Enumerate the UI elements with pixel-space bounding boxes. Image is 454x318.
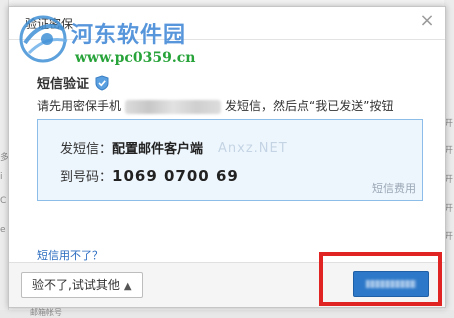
blurred-button-label [366, 280, 416, 288]
sms-target-number: 1069 0700 69 [112, 167, 239, 185]
verification-dialog: 验证密保 × 河东软件园 www.pc0359.cn 短信验证 请先用密保手机发… [8, 6, 446, 308]
close-icon[interactable]: × [419, 12, 435, 30]
dialog-footer: 验不了,试试其他 ▲ [9, 262, 445, 307]
sms-content: 配置邮件客户端 [112, 142, 204, 157]
bg-left-char: e [0, 225, 6, 235]
sms-label: 发短信： [60, 142, 113, 157]
bg-left-char: i [0, 172, 3, 182]
caret-up-icon: ▲ [123, 281, 132, 292]
watermark-logo-icon [19, 15, 68, 63]
background-bottom-strip: 邮箱帐号 [0, 308, 454, 318]
bg-left-char: C [0, 196, 7, 206]
watermark-overlay-text: Anxz.NET [218, 141, 288, 156]
watermark-site-url: www.pc0359.cn [75, 50, 196, 66]
shield-icon [95, 74, 109, 91]
blurred-phone-number [125, 99, 222, 114]
try-other-label: 验不了,试试其他 [32, 278, 120, 292]
verification-title: 短信验证 [37, 77, 90, 92]
verification-header: 短信验证 [37, 73, 109, 92]
sms-unavailable-link[interactable]: 短信用不了？ [37, 247, 103, 263]
instruction-text: 请先用密保手机 发短信，然后点“我已发送”按钮 [37, 97, 393, 114]
try-other-method-button[interactable]: 验不了,试试其他 ▲ [21, 272, 143, 298]
to-label: 到号码： [60, 170, 113, 185]
sms-content-row: 发短信：配置邮件客户端 [60, 138, 203, 157]
instruction-prefix: 请先用密保手机 [37, 99, 122, 113]
sms-number-row: 到号码：1069 0700 69 [60, 166, 239, 185]
i-have-sent-button[interactable] [353, 271, 429, 297]
sms-info-box: 发短信：配置邮件客户端 Anxz.NET 到号码：1069 0700 69 短信… [37, 119, 423, 201]
bg-bottom-text: 邮箱帐号 [30, 308, 62, 317]
instruction-suffix: 发短信，然后点“我已发送”按钮 [225, 99, 394, 113]
sms-fee-link[interactable]: 短信费用 [372, 180, 416, 196]
watermark-site-name: 河东软件园 [71, 22, 187, 48]
